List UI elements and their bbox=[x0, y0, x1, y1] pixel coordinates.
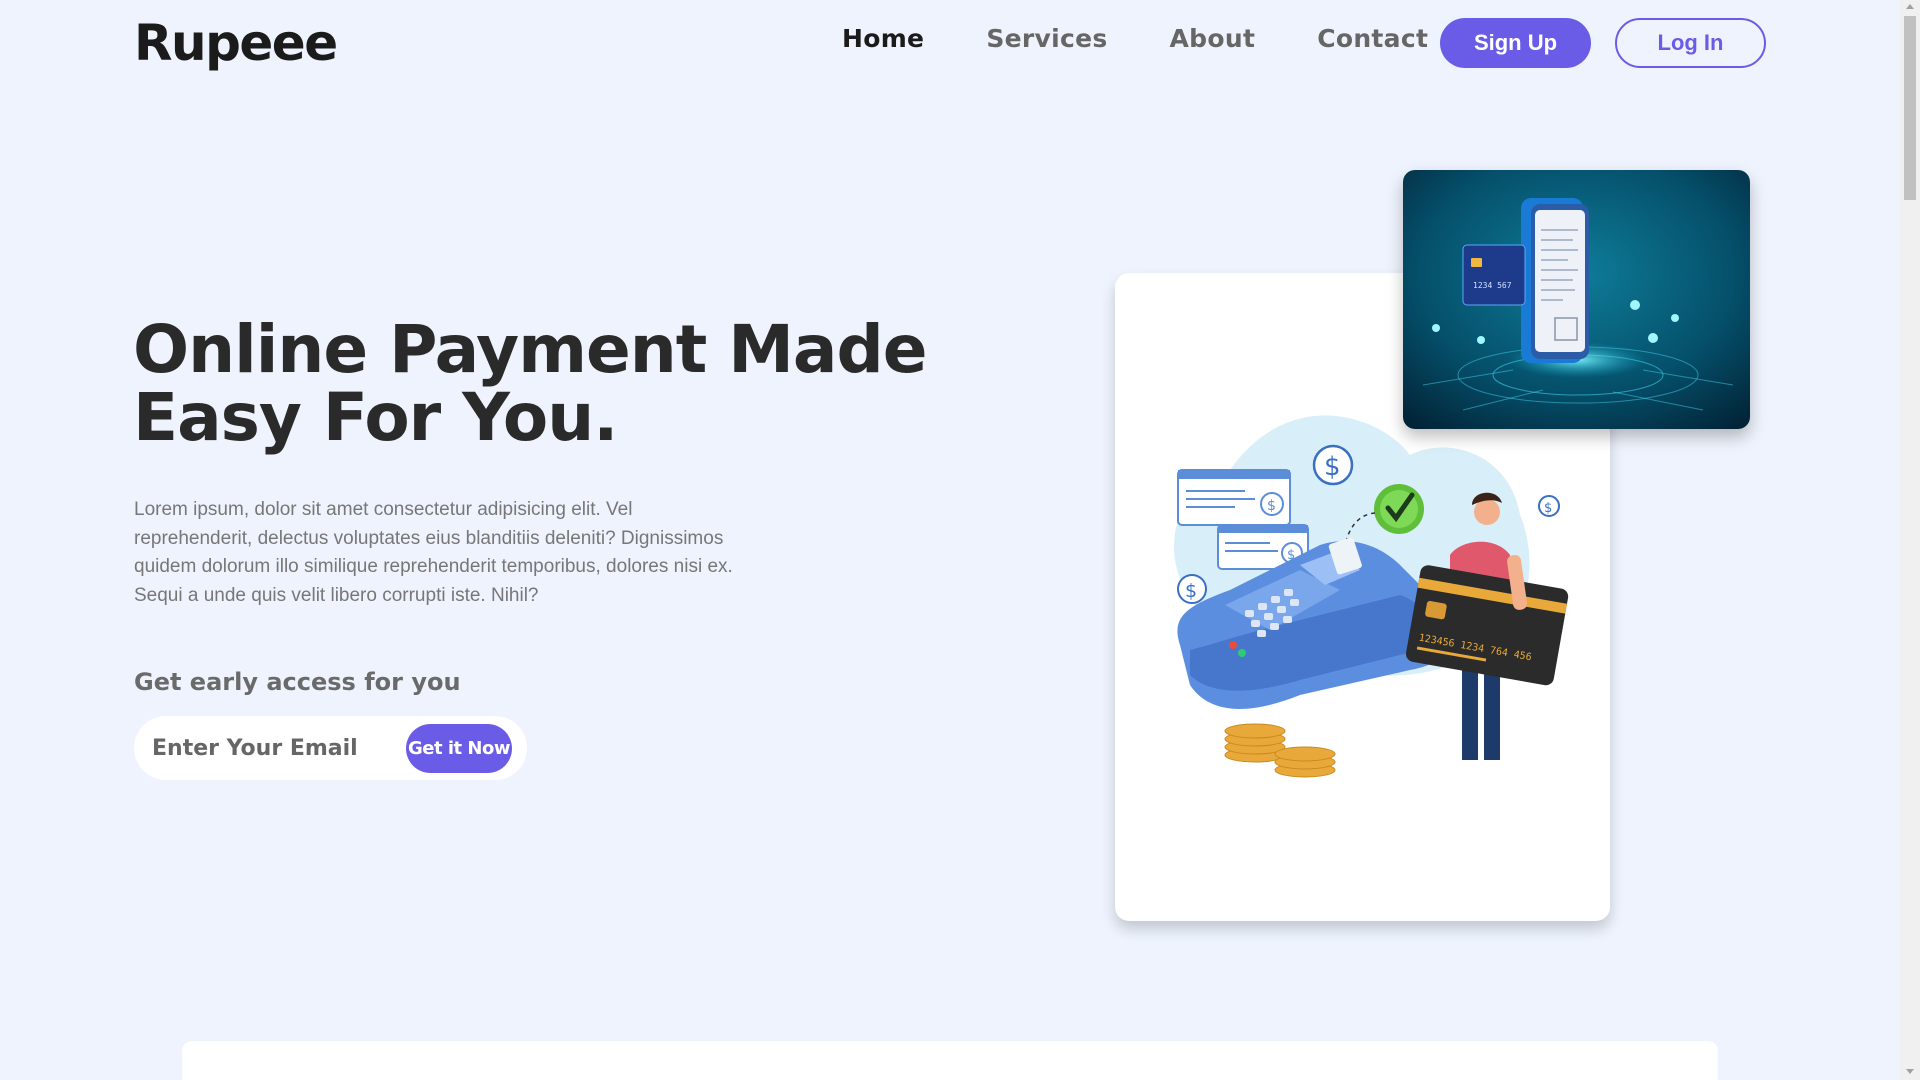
scrollbar-thumb[interactable] bbox=[1904, 16, 1916, 200]
scroll-up-arrow-icon[interactable] bbox=[1906, 4, 1914, 9]
payment-terminal-illustration: $ $ $ $ $ 123456 1234 764 456 bbox=[1174, 415, 1569, 778]
svg-text:$: $ bbox=[1324, 452, 1341, 482]
phone-payment-illustration: 1234 567 bbox=[1403, 170, 1750, 429]
page-scrollbar[interactable] bbox=[1900, 0, 1920, 1080]
svg-text:$: $ bbox=[1185, 580, 1197, 602]
hero-title-line2: Easy For You. bbox=[133, 379, 618, 456]
login-button[interactable]: Log In bbox=[1615, 18, 1766, 68]
early-access-title: Get early access for you bbox=[134, 668, 461, 696]
email-signup-form: Get it Now bbox=[134, 716, 527, 780]
features-section-card bbox=[182, 1041, 1718, 1080]
nav-home-link[interactable]: Home bbox=[842, 24, 924, 53]
hero-title: Online Payment Made Easy For You. bbox=[133, 316, 953, 452]
nav-services-link[interactable]: Services bbox=[986, 24, 1107, 53]
brand-logo[interactable]: Rupeee bbox=[134, 14, 338, 72]
nav-contact-link[interactable]: Contact bbox=[1317, 24, 1428, 53]
scroll-down-arrow-icon[interactable] bbox=[1906, 1069, 1914, 1074]
email-input[interactable] bbox=[152, 728, 392, 768]
svg-text:$: $ bbox=[1267, 498, 1276, 514]
mobile-payment-image: 1234 567 bbox=[1403, 170, 1750, 429]
phone-card-number: 1234 567 bbox=[1473, 281, 1512, 290]
signup-button[interactable]: Sign Up bbox=[1440, 18, 1591, 68]
main-nav: Home Services About Contact bbox=[842, 24, 1428, 53]
nav-about-link[interactable]: About bbox=[1170, 24, 1256, 53]
hero-description: Lorem ipsum, dolor sit amet consectetur … bbox=[134, 499, 733, 606]
get-it-now-button[interactable]: Get it Now bbox=[406, 724, 512, 773]
svg-text:$: $ bbox=[1544, 501, 1552, 516]
hero-title-line1: Online Payment Made bbox=[133, 311, 927, 388]
